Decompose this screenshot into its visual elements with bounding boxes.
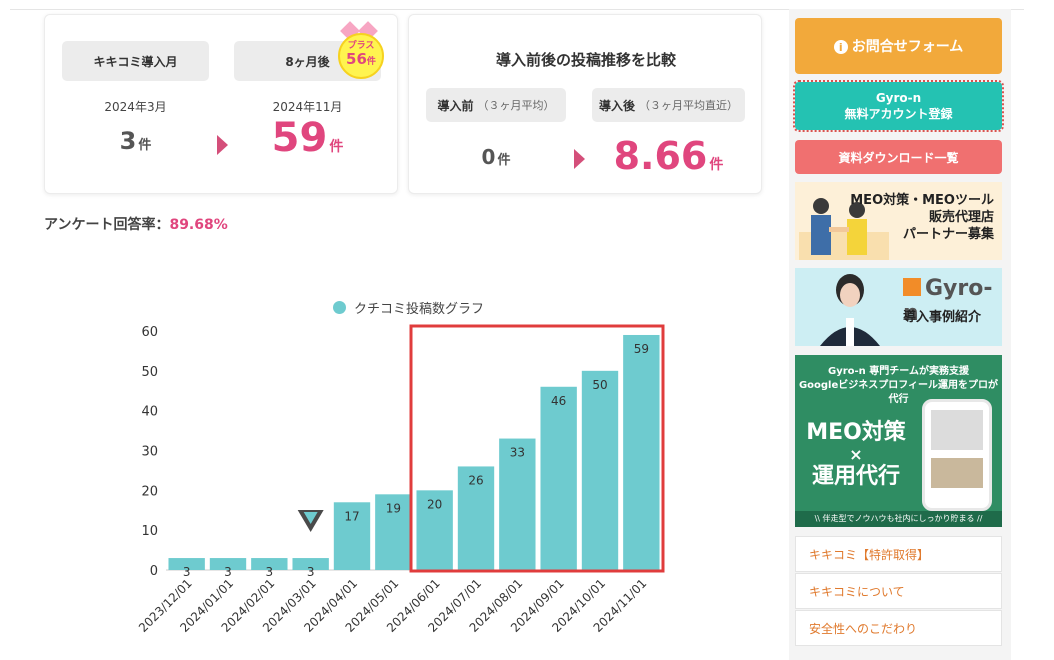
y-tick-label: 20: [141, 484, 158, 499]
person-photo-icon: [820, 274, 880, 346]
bar-chart: 010203040506032023/12/0132024/01/0132024…: [136, 324, 665, 635]
y-tick-label: 60: [141, 325, 158, 340]
y-tick-label: 0: [150, 564, 158, 579]
data-label: 17: [344, 509, 359, 523]
case-study-text: 導入事例紹介: [903, 310, 982, 325]
meo-service-banner[interactable]: Gyro-n 専門チームが実務支援 Googleビジネスプロフィール運用をプロが…: [795, 355, 1002, 527]
data-label: 19: [386, 501, 401, 515]
y-tick-label: 50: [141, 365, 158, 380]
y-tick-label: 30: [141, 445, 158, 460]
data-label: 46: [551, 394, 566, 408]
contact-form-button[interactable]: i お問合せフォーム: [795, 18, 1002, 74]
data-label: 33: [510, 446, 525, 460]
menu-item-patent[interactable]: キキコミ【特許取得】: [795, 536, 1002, 572]
data-label: 26: [468, 473, 483, 487]
bar: [540, 386, 577, 570]
bar: [581, 370, 619, 570]
y-tick-label: 10: [141, 524, 158, 539]
menu-item-about[interactable]: キキコミについて: [795, 573, 1002, 609]
meo-banner-title: MEO対策 × 運用代行: [806, 420, 906, 489]
info-icon: i: [833, 40, 848, 54]
download-list-button[interactable]: 資料ダウンロード一覧: [795, 140, 1002, 174]
data-label: 50: [592, 378, 607, 392]
free-account-button[interactable]: Gyro-n 無料アカウント登録: [793, 80, 1004, 132]
meo-banner-footer: \\ 伴走型でノウハウも社内にしっかり貯まる //: [795, 511, 1002, 527]
partner-banner[interactable]: MEO対策・MEOツール 販売代理店 パートナー募集: [795, 182, 1002, 260]
partner-banner-text: MEO対策・MEOツール 販売代理店 パートナー募集: [850, 193, 994, 242]
data-label: 20: [427, 497, 442, 511]
bar: [623, 334, 660, 570]
menu-item-safety[interactable]: 安全性へのこだわり: [795, 610, 1002, 646]
y-tick-label: 40: [141, 405, 158, 420]
phone-mockup-icon: [922, 399, 992, 511]
data-label: 59: [634, 342, 649, 356]
case-study-banner[interactable]: Gyro-n 導入事例紹介: [795, 268, 1002, 346]
gyron-logo-mark-icon: [903, 278, 921, 296]
